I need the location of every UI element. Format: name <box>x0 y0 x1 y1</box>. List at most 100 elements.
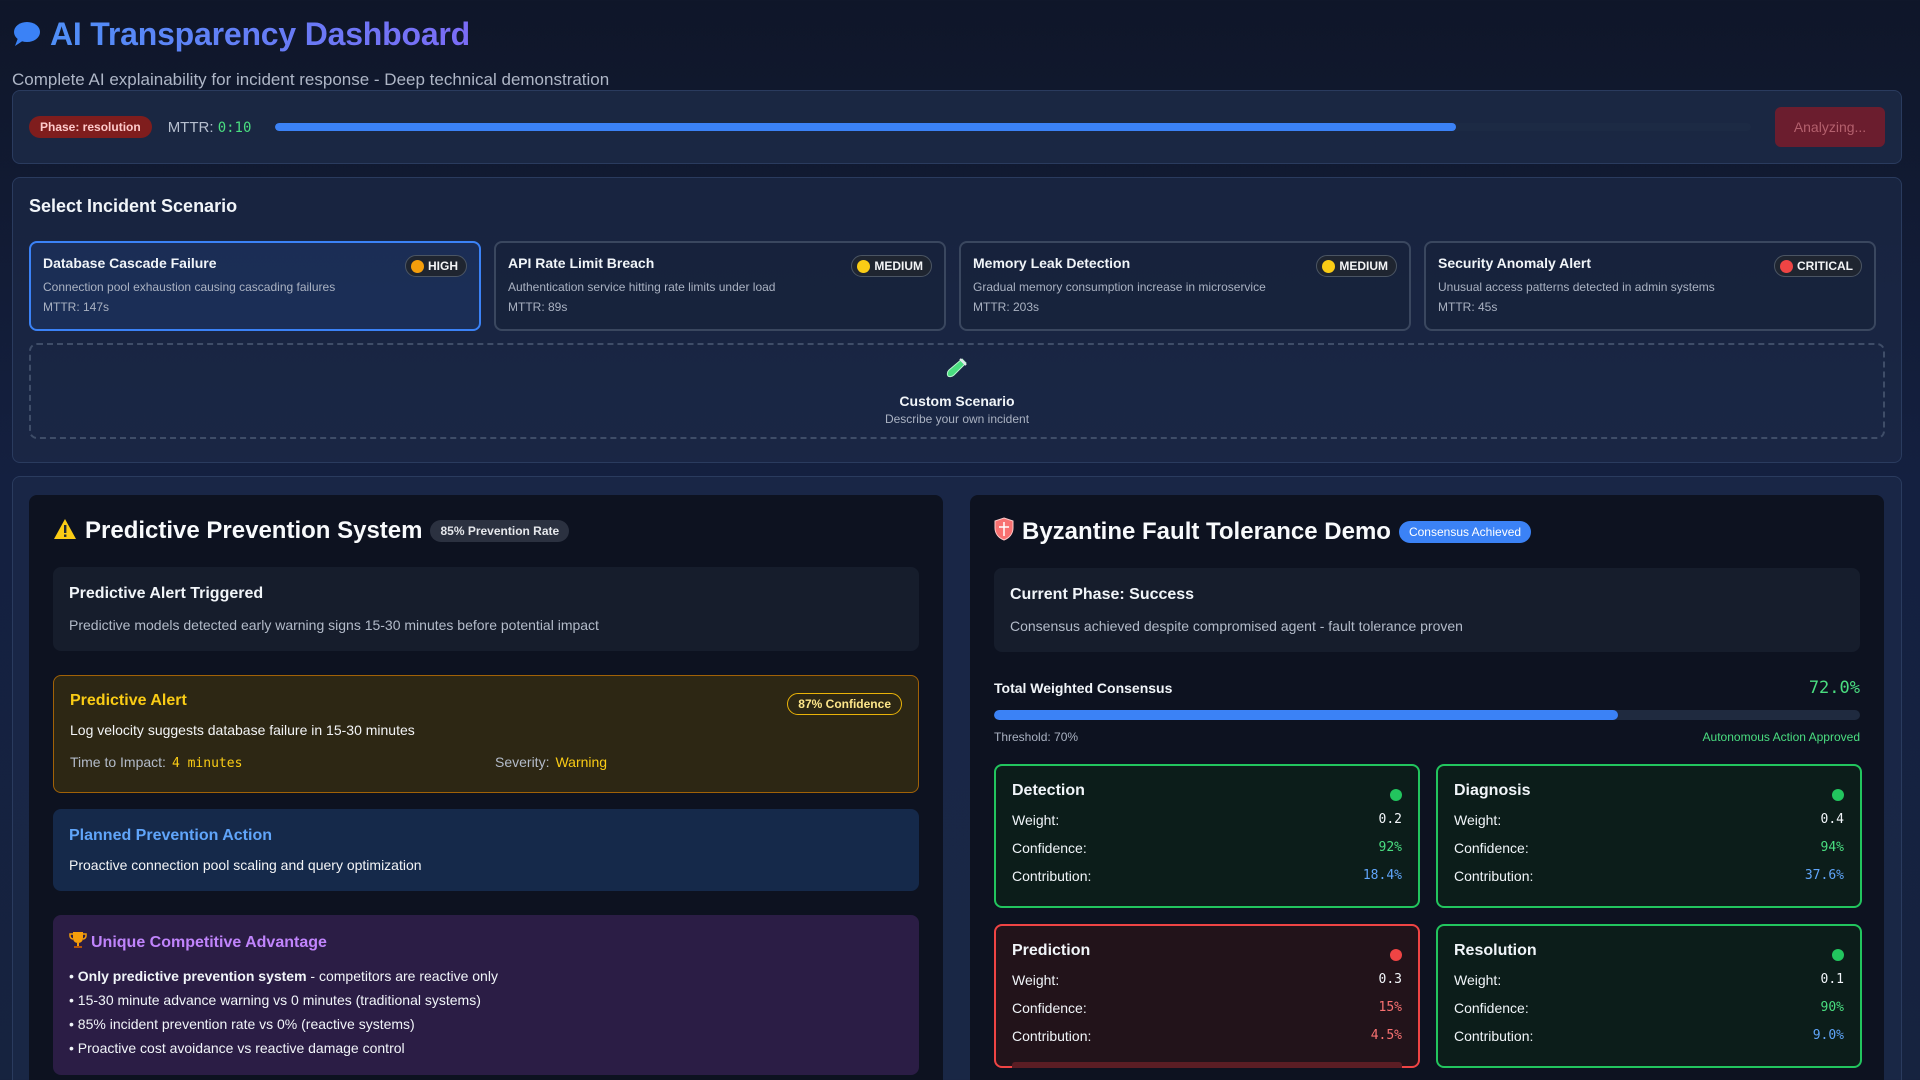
planned-action-box: Planned Prevention Action Proactive conn… <box>53 809 919 891</box>
severity-dot <box>411 259 424 273</box>
advantage-box: Unique Competitive Advantage • Only pred… <box>53 915 919 1075</box>
predictive-alert-title: Predictive Alert <box>70 692 187 709</box>
agent-confidence-row: Confidence: 92% <box>1012 840 1402 856</box>
agent-name: Diagnosis <box>1454 782 1531 799</box>
agent-weight-row: Weight: 0.4 <box>1454 812 1844 828</box>
test-tube-icon <box>946 357 968 385</box>
prevention-title: Predictive Prevention System <box>85 517 423 544</box>
agent-weight-row: Weight: 0.2 <box>1012 812 1402 828</box>
advantage-list: • Only predictive prevention system - co… <box>69 964 903 1060</box>
custom-scenario-card[interactable]: Custom Scenario Describe your own incide… <box>29 343 1885 439</box>
advantage-title: Unique Competitive Advantage <box>91 933 327 951</box>
contribution-value: 4.5% <box>1370 1028 1402 1043</box>
advantage-item-text: 15-30 minute advance warning vs 0 minute… <box>77 992 481 1008</box>
agent-confidence-row: Confidence: 15% <box>1012 1000 1402 1016</box>
agent-name: Resolution <box>1454 942 1537 959</box>
status-dot-icon <box>1832 949 1844 961</box>
scenario-mttr: MTTR: 45s <box>1438 300 1498 314</box>
prevention-header: Predictive Prevention System 85% Prevent… <box>53 517 919 545</box>
agent-contribution-row: Contribution: 18.4% <box>1012 868 1402 884</box>
mttr-label: MTTR: <box>167 118 214 136</box>
weight-value: 0.2 <box>1378 812 1402 827</box>
confidence-value: 90% <box>1820 1000 1844 1015</box>
confidence-value: 92% <box>1378 840 1402 855</box>
confidence-value: 15% <box>1378 1000 1402 1015</box>
advantage-item: • 15-30 minute advance warning vs 0 minu… <box>69 992 481 1008</box>
status-bar: Phase: resolution MTTR: 0:10 Analyzing..… <box>12 90 1902 164</box>
time-to-impact: Time to Impact: 4 minutes <box>70 754 495 771</box>
scenario-card-memory[interactable]: Memory Leak Detection MEDIUM Gradual mem… <box>959 241 1411 331</box>
progress-fill <box>275 123 1456 131</box>
weight-label: Weight: <box>1012 972 1060 988</box>
scenario-mttr: MTTR: 89s <box>508 300 568 314</box>
confidence-label: Confidence: <box>1454 840 1529 856</box>
severity-label: HIGH <box>428 259 458 273</box>
scenario-description: Gradual memory consumption increase in m… <box>973 280 1266 294</box>
weight-value: 0.1 <box>1820 972 1844 987</box>
agent-grid: Detection Weight: 0.2 Confidence: 92% Cont… <box>994 764 1862 1068</box>
outcome-label: Autonomous Action Approved <box>1702 730 1860 744</box>
planned-action-title: Planned Prevention Action <box>69 827 272 844</box>
prevention-rate-badge: 85% Prevention Rate <box>430 520 570 542</box>
planned-action-description: Proactive connection pool scaling and qu… <box>69 857 422 873</box>
status-dot-icon <box>1390 949 1402 961</box>
byzantine-header: Byzantine Fault Tolerance Demo Consensus… <box>994 517 1860 546</box>
progress-bar <box>275 123 1751 131</box>
scenario-mttr: MTTR: 203s <box>973 300 1040 314</box>
time-to-impact-label: Time to Impact: <box>70 754 166 770</box>
custom-scenario-subtitle: Describe your own incident <box>884 411 1030 426</box>
weight-value: 0.3 <box>1378 972 1402 987</box>
agent-name: Detection <box>1012 782 1085 799</box>
alert-meta: Time to Impact: 4 minutes Severity: Warnin… <box>70 754 902 771</box>
contribution-label: Contribution: <box>1454 868 1534 884</box>
confidence-label: Confidence: <box>1012 840 1087 856</box>
analyze-button[interactable]: Analyzing... <box>1775 107 1885 147</box>
status-dot-icon <box>1832 789 1844 801</box>
byzantine-title: Byzantine Fault Tolerance Demo <box>1022 517 1391 545</box>
weight-label: Weight: <box>1012 812 1060 828</box>
alert-triggered-description: Predictive models detected early warning… <box>69 617 599 633</box>
scenario-list: Database Cascade Failure HIGH Connection… <box>29 241 1885 331</box>
time-to-impact-value: 4 minutes <box>171 756 243 771</box>
scenario-card-security[interactable]: Security Anomaly Alert CRITICAL Unusual … <box>1424 241 1876 331</box>
scenario-card-database[interactable]: Database Cascade Failure HIGH Connection… <box>29 241 481 331</box>
contribution-value: 9.0% <box>1812 1028 1844 1043</box>
current-phase-box: Current Phase: Success Consensus achieve… <box>994 568 1860 652</box>
consensus-badge: Consensus Achieved <box>1398 520 1532 543</box>
mttr-value: 0:10 <box>217 119 252 136</box>
advantage-header: Unique Competitive Advantage <box>69 931 903 954</box>
compromised-indicator <box>1012 1062 1402 1068</box>
agent-contribution-row: Contribution: 37.6% <box>1454 868 1844 884</box>
weight-value: 0.4 <box>1820 812 1844 827</box>
scenario-mttr: MTTR: 147s <box>43 300 110 314</box>
severity-dot <box>1780 259 1793 273</box>
contribution-label: Contribution: <box>1012 1028 1092 1044</box>
weight-label: Weight: <box>1454 812 1502 828</box>
page-title: AI Transparency Dashboard <box>50 15 471 52</box>
scenario-description: Unusual access patterns detected in admi… <box>1438 280 1715 294</box>
consensus-label: Total Weighted Consensus <box>994 680 1173 696</box>
scenario-panel-title: Select Incident Scenario <box>29 196 238 216</box>
speech-bubble-icon <box>12 21 42 47</box>
severity-dot <box>857 259 871 273</box>
advantage-item-text: 85% incident prevention rate vs 0% (reac… <box>77 1016 415 1032</box>
page-subtitle: Complete AI explainability for incident … <box>12 70 610 89</box>
severity-badge: HIGH <box>405 255 467 277</box>
agent-weight-row: Weight: 0.1 <box>1454 972 1844 988</box>
phase-badge: Phase: resolution <box>29 116 152 138</box>
alert-severity-value: Warning <box>555 754 608 770</box>
agent-name: Prediction <box>1012 942 1091 959</box>
trophy-icon <box>69 931 87 954</box>
severity-label: MEDIUM <box>1339 259 1388 273</box>
weight-label: Weight: <box>1454 972 1502 988</box>
predictive-alert-box: Predictive Alert 87% Confidence Log velo… <box>53 675 919 793</box>
advantage-item-text: - competitors are reactive only <box>306 968 498 984</box>
consensus-footer: Threshold: 70% Autonomous Action Approve… <box>994 730 1860 744</box>
advantage-item: • Only predictive prevention system - co… <box>69 968 498 984</box>
warning-icon <box>53 518 77 545</box>
scenario-panel: Select Incident Scenario Database Cascad… <box>12 177 1902 463</box>
prevention-column: Predictive Prevention System 85% Prevent… <box>29 495 943 1080</box>
custom-scenario-title: Custom Scenario <box>899 392 1015 409</box>
alert-severity: Severity: Warning <box>495 754 607 771</box>
scenario-card-api[interactable]: API Rate Limit Breach MEDIUM Authenticat… <box>494 241 946 331</box>
